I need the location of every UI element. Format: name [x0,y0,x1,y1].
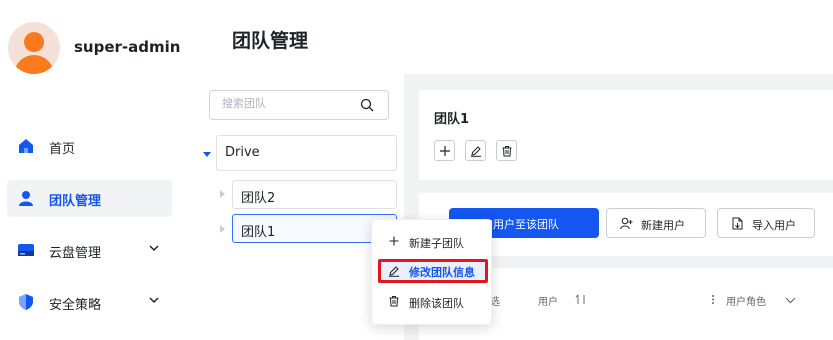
username: super-admin [74,38,181,56]
plus-icon [389,236,399,246]
sidebar-item-label: 安全策略 [49,298,102,313]
app-root: super-admin 首页 团队管理 云盘管理 安全策略 团队管理 搜索团队 … [0,0,833,340]
menu-item-label: 修改团队信息 [409,266,475,279]
import-file-icon [732,217,743,230]
edit-icon [471,146,481,157]
menu-item-label: 删除该团队 [409,297,464,310]
sidebar-item-label: 首页 [49,142,76,157]
sort-icon[interactable] [575,294,587,305]
button-label: 导入用户 [752,219,796,232]
table-header-role[interactable]: 用户角色 [726,293,766,308]
edit-icon [389,266,399,277]
shield-icon [19,294,33,310]
column-resize-icon[interactable] [711,294,715,305]
trash-icon [502,146,512,157]
tree-node-team2[interactable]: 团队2 [232,180,397,209]
sidebar-item-team-management[interactable]: 团队管理 [7,180,172,217]
home-icon [19,139,33,153]
sidebar-item-label: 云盘管理 [49,246,102,261]
delete-team-button[interactable] [496,140,517,161]
sidebar-item-label: 团队管理 [49,194,102,209]
caret-collapsed-icon[interactable] [217,189,227,199]
button-label: 新建用户 [641,219,685,232]
menu-item-delete-team[interactable]: 删除该团队 [372,290,493,314]
menu-item-new-subteam[interactable]: 新建子团队 [372,230,493,254]
avatar-head [24,32,44,52]
team-context-menu: 新建子团队 修改团队信息 删除该团队 [371,219,492,325]
menu-item-edit-team-info[interactable]: 修改团队信息 [378,259,488,283]
add-user-icon [620,217,633,230]
search-icon[interactable] [360,98,374,112]
plus-icon [440,146,450,156]
edit-team-button[interactable] [465,140,486,161]
avatar-body [14,55,54,74]
caret-collapsed-icon[interactable] [217,224,227,234]
chevron-down-icon[interactable] [785,295,796,305]
table-header-user[interactable]: 用户 [538,293,558,308]
chevron-down-icon[interactable] [148,242,160,254]
team-title: 团队1 [434,112,470,127]
chevron-down-icon[interactable] [148,294,160,306]
add-subteam-button[interactable] [434,140,455,161]
drive-icon [18,244,34,256]
team-search-box[interactable] [209,90,389,120]
menu-item-label: 新建子团队 [409,237,464,250]
team-search-input[interactable] [222,97,352,110]
tree-node-label: 团队1 [241,225,276,240]
tree-node-label: Drive [225,145,260,160]
sidebar: super-admin 首页 团队管理 云盘管理 安全策略 [0,0,188,340]
sidebar-item-security-policy[interactable]: 安全策略 [7,284,172,321]
tree-node-label: 团队2 [241,191,276,206]
team-info-card [419,90,833,180]
caret-expanded-icon[interactable] [202,149,212,159]
sidebar-item-home[interactable]: 首页 [7,128,172,165]
page-title: 团队管理 [232,30,309,52]
import-users-button[interactable]: 导入用户 [717,208,815,238]
trash-icon [389,296,399,307]
tree-node-root[interactable]: Drive [216,135,397,171]
user-icon [19,191,33,206]
avatar[interactable] [8,22,60,74]
sidebar-item-drive-management[interactable]: 云盘管理 [7,232,172,269]
new-user-button[interactable]: 新建用户 [606,208,706,238]
